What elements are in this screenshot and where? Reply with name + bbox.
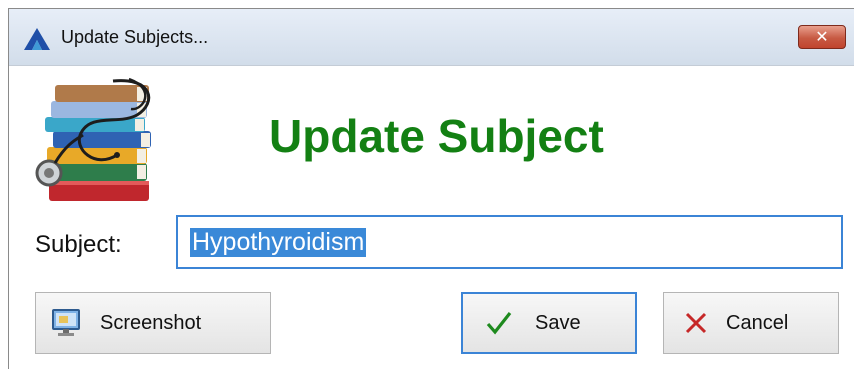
cancel-button[interactable]: Cancel <box>663 292 839 354</box>
x-icon <box>685 312 707 334</box>
cancel-button-label: Cancel <box>726 311 789 334</box>
update-subjects-dialog: Update Subjects... ✕ Update Subject Subj… <box>8 8 854 369</box>
close-icon: ✕ <box>815 27 829 46</box>
screenshot-button-label: Screenshot <box>100 311 202 334</box>
subject-input-value[interactable]: Hypothyroidism <box>190 228 367 257</box>
save-button-label: Save <box>535 311 581 334</box>
title-bar[interactable]: Update Subjects... ✕ <box>9 9 854 66</box>
books-stethoscope-icon <box>35 77 151 201</box>
close-button[interactable]: ✕ <box>798 25 846 49</box>
save-button[interactable]: Save <box>461 292 637 354</box>
page-title: Update Subject <box>269 110 604 162</box>
checkmark-icon <box>486 312 512 335</box>
screenshot-icon <box>52 309 80 336</box>
subject-input[interactable]: Hypothyroidism <box>176 215 843 269</box>
app-logo-icon <box>24 28 50 50</box>
subject-label: Subject: <box>35 231 122 258</box>
window-title: Update Subjects... <box>61 27 209 47</box>
screenshot-button[interactable]: Screenshot <box>35 292 271 354</box>
